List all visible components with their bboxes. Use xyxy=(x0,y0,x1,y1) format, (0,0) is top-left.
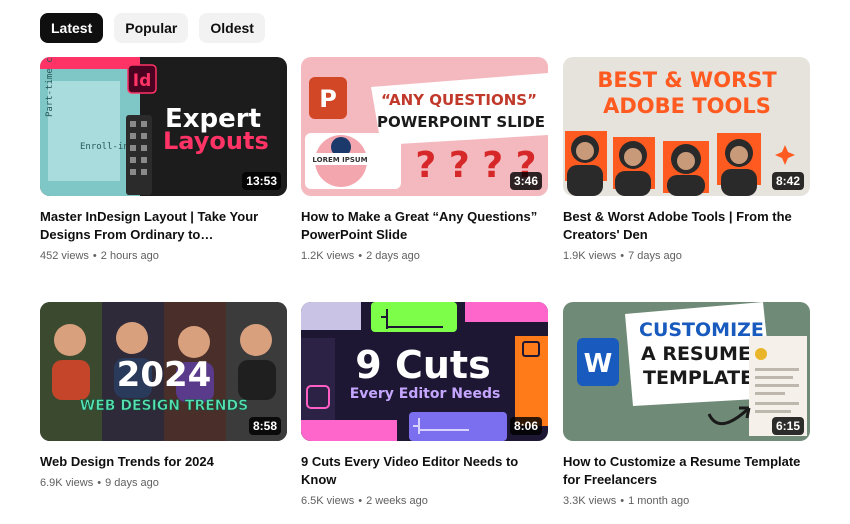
video-card-any-questions[interactable]: P “ANY QUESTIONS” POWERPOINT SLIDE LOREM… xyxy=(301,57,548,263)
svg-text:BEST & WORST: BEST & WORST xyxy=(597,68,777,92)
duration-badge: 6:15 xyxy=(771,417,804,435)
separator-dot: • xyxy=(92,250,97,262)
video-card-nine-cuts[interactable]: 9 Cuts Every Editor Needs 8:06 9 Cuts Ev… xyxy=(301,302,548,508)
svg-text:A RESUME: A RESUME xyxy=(641,343,751,365)
svg-text:LOREM IPSUM: LOREM IPSUM xyxy=(312,156,367,164)
view-count: 3.3K views xyxy=(563,495,617,507)
view-count: 1.2K views xyxy=(301,250,355,262)
duration-badge: 8:06 xyxy=(509,417,542,435)
video-title[interactable]: How to Make a Great “Any Questions” Powe… xyxy=(301,208,548,244)
video-thumbnail[interactable]: 2024 WEB DESIGN TRENDS 8:58 xyxy=(40,302,287,441)
video-thumbnail[interactable]: Part-time courses Enroll-ing: Id Expert … xyxy=(40,57,287,196)
video-meta: 3.3K views • 1 month ago xyxy=(563,494,810,508)
upload-age: 7 days ago xyxy=(628,250,682,262)
video-meta: 452 views • 2 hours ago xyxy=(40,249,287,263)
svg-text:Id: Id xyxy=(133,71,152,91)
upload-age: 1 month ago xyxy=(628,495,690,507)
video-meta: 1.2K views • 2 days ago xyxy=(301,249,548,263)
video-card-indesign-layout[interactable]: Part-time courses Enroll-ing: Id Expert … xyxy=(40,57,287,263)
duration-badge: 3:46 xyxy=(509,172,542,190)
video-meta: 6.9K views • 9 days ago xyxy=(40,476,287,490)
video-title[interactable]: How to Customize a Resume Template for F… xyxy=(563,453,810,489)
video-title[interactable]: 9 Cuts Every Video Editor Needs to Know xyxy=(301,453,548,489)
svg-text:9 Cuts: 9 Cuts xyxy=(355,343,490,387)
svg-text:POWERPOINT SLIDE: POWERPOINT SLIDE xyxy=(377,113,545,131)
video-card-web-design-trends[interactable]: 2024 WEB DESIGN TRENDS 8:58 Web Design T… xyxy=(40,302,287,490)
video-card-resume-template[interactable]: W CUSTOMIZE A RESUME TEMPLATE 6:15 How t… xyxy=(563,302,810,508)
video-meta: 1.9K views • 7 days ago xyxy=(563,249,810,263)
chip-oldest[interactable]: Oldest xyxy=(199,13,265,43)
svg-text:ADOBE TOOLS: ADOBE TOOLS xyxy=(603,94,771,118)
video-title[interactable]: Best & Worst Adobe Tools | From the Crea… xyxy=(563,208,810,244)
chip-popular[interactable]: Popular xyxy=(114,13,189,43)
duration-badge: 8:58 xyxy=(248,417,281,435)
chip-latest[interactable]: Latest xyxy=(40,13,104,43)
svg-text:W: W xyxy=(584,349,613,379)
duration-badge: 8:42 xyxy=(771,172,804,190)
upload-age: 9 days ago xyxy=(105,477,159,489)
view-count: 1.9K views xyxy=(563,250,617,262)
video-title[interactable]: Web Design Trends for 2024 xyxy=(40,453,287,471)
svg-text:Layouts: Layouts xyxy=(163,127,269,155)
video-meta: 6.5K views • 2 weeks ago xyxy=(301,494,548,508)
separator-dot: • xyxy=(358,250,363,262)
svg-text:WEB DESIGN TRENDS: WEB DESIGN TRENDS xyxy=(80,398,248,414)
duration-badge: 13:53 xyxy=(242,172,281,190)
separator-dot: • xyxy=(97,477,102,489)
separator-dot: • xyxy=(620,250,625,262)
svg-text:TEMPLATE: TEMPLATE xyxy=(643,367,753,389)
filter-chips: Latest Popular Oldest xyxy=(40,13,265,43)
svg-text:CUSTOMIZE: CUSTOMIZE xyxy=(639,319,764,341)
svg-text:Every Editor Needs: Every Editor Needs xyxy=(350,386,501,402)
video-thumbnail[interactable]: W CUSTOMIZE A RESUME TEMPLATE 6:15 xyxy=(563,302,810,441)
svg-text:P: P xyxy=(319,85,337,113)
view-count: 6.5K views xyxy=(301,495,355,507)
view-count: 452 views xyxy=(40,250,89,262)
upload-age: 2 days ago xyxy=(366,250,420,262)
svg-text:Part-time courses: Part-time courses xyxy=(45,57,55,117)
separator-dot: • xyxy=(620,495,625,507)
video-card-best-worst-adobe[interactable]: BEST & WORST ADOBE TOOLS 8:42 Best & Wor… xyxy=(563,57,810,263)
view-count: 6.9K views xyxy=(40,477,94,489)
separator-dot: • xyxy=(358,495,363,507)
video-title[interactable]: Master InDesign Layout | Take Your Desig… xyxy=(40,208,287,244)
svg-text:“ANY QUESTIONS”: “ANY QUESTIONS” xyxy=(381,91,537,109)
video-thumbnail[interactable]: P “ANY QUESTIONS” POWERPOINT SLIDE LOREM… xyxy=(301,57,548,196)
upload-age: 2 hours ago xyxy=(100,250,159,262)
video-thumbnail[interactable]: BEST & WORST ADOBE TOOLS 8:42 xyxy=(563,57,810,196)
video-thumbnail[interactable]: 9 Cuts Every Editor Needs 8:06 xyxy=(301,302,548,441)
svg-text:2024: 2024 xyxy=(117,355,212,395)
upload-age: 2 weeks ago xyxy=(366,495,428,507)
